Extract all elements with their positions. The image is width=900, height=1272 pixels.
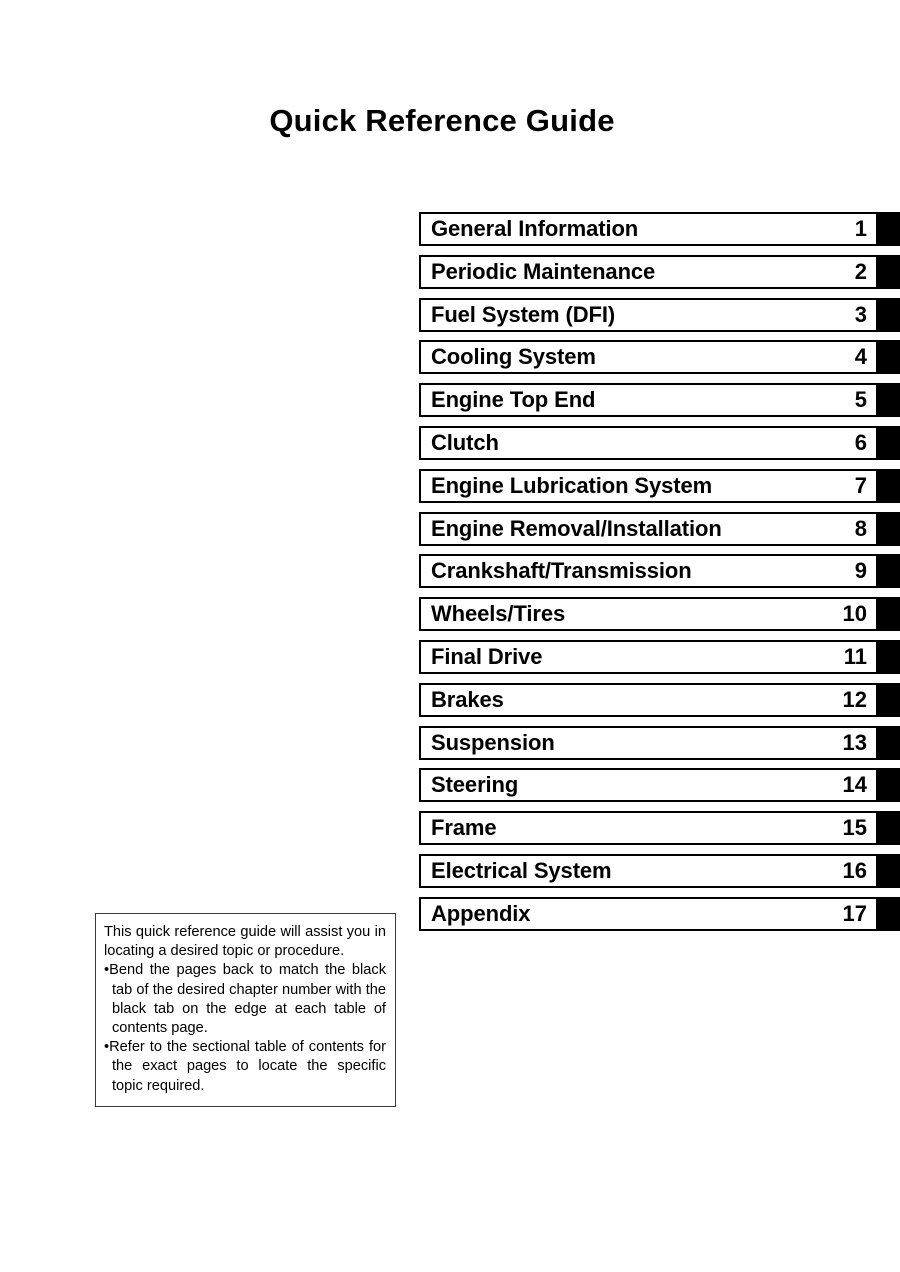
chapter-box[interactable]: Clutch 6 <box>419 425 878 460</box>
chapter-number: 14 <box>842 772 867 798</box>
chapter-number: 17 <box>842 900 867 926</box>
chapter-label: Frame <box>431 815 497 841</box>
note-bullet-item: •Bend the pages back to match the black … <box>104 961 386 1038</box>
chapter-black-tab <box>878 639 900 674</box>
chapter-box[interactable]: Final Drive 11 <box>419 639 878 674</box>
chapter-box[interactable]: Appendix 17 <box>419 896 878 931</box>
chapter-label: Periodic Maintenance <box>431 258 656 284</box>
chapter-box[interactable]: Engine Removal/Installation 8 <box>419 511 878 546</box>
chapter-box[interactable]: General Information 1 <box>419 212 878 246</box>
chapter-label: Appendix <box>431 900 531 926</box>
chapter-row[interactable]: Engine Removal/Installation 8 <box>419 511 900 546</box>
chapter-box[interactable]: Brakes 12 <box>419 682 878 717</box>
chapter-label: Suspension <box>431 729 555 755</box>
chapter-row[interactable]: Wheels/Tires 10 <box>419 597 900 632</box>
note-bullet-item: •Refer to the sectional table of content… <box>104 1038 386 1096</box>
chapter-box[interactable]: Fuel System (DFI) 3 <box>419 297 878 332</box>
chapter-box[interactable]: Electrical System 16 <box>419 853 878 888</box>
chapter-number: 5 <box>854 387 867 413</box>
chapter-label: Clutch <box>431 429 499 455</box>
chapter-black-tab <box>878 425 900 460</box>
chapter-row[interactable]: Steering 14 <box>419 768 900 803</box>
note-bullet-text: Bend the pages back to match the black t… <box>109 962 386 1037</box>
chapter-number: 3 <box>854 301 867 327</box>
chapter-number: 2 <box>854 258 867 284</box>
chapter-number: 12 <box>842 686 867 712</box>
chapter-box[interactable]: Frame 15 <box>419 811 878 846</box>
chapter-number: 10 <box>842 601 867 627</box>
chapter-row[interactable]: Cooling System 4 <box>419 340 900 375</box>
chapter-black-tab <box>878 853 900 888</box>
chapter-row[interactable]: Electrical System 16 <box>419 853 900 888</box>
chapter-row[interactable]: Engine Lubrication System 7 <box>419 468 900 503</box>
chapter-black-tab <box>878 811 900 846</box>
chapter-row[interactable]: Engine Top End 5 <box>419 383 900 418</box>
chapter-number: 7 <box>854 472 867 498</box>
chapter-row[interactable]: Frame 15 <box>419 811 900 846</box>
chapter-label: Engine Top End <box>431 387 596 413</box>
chapter-row[interactable]: Suspension 13 <box>419 725 900 760</box>
chapter-label: Steering <box>431 772 519 798</box>
chapter-label: Wheels/Tires <box>431 601 566 627</box>
chapter-box[interactable]: Steering 14 <box>419 768 878 803</box>
chapter-row[interactable]: Crankshaft/Transmission 9 <box>419 554 900 589</box>
chapter-black-tab <box>878 340 900 375</box>
chapter-black-tab <box>878 254 900 289</box>
chapter-box[interactable]: Engine Lubrication System 7 <box>419 468 878 503</box>
chapter-row[interactable]: Brakes 12 <box>419 682 900 717</box>
chapter-row[interactable]: Appendix 17 <box>419 896 900 931</box>
chapter-number: 1 <box>854 216 867 241</box>
chapter-box[interactable]: Engine Top End 5 <box>419 383 878 418</box>
chapter-number: 16 <box>842 857 867 883</box>
chapter-black-tab <box>878 212 900 246</box>
chapter-row[interactable]: General Information 1 <box>419 212 900 246</box>
chapter-box[interactable]: Crankshaft/Transmission 9 <box>419 554 878 589</box>
chapter-label: Brakes <box>431 686 504 712</box>
chapter-row[interactable]: Clutch 6 <box>419 425 900 460</box>
chapter-black-tab <box>878 682 900 717</box>
chapter-black-tab <box>878 896 900 931</box>
page-title: Quick Reference Guide <box>0 102 900 140</box>
chapter-black-tab <box>878 554 900 589</box>
chapter-label: Engine Removal/Installation <box>431 515 722 541</box>
chapter-black-tab <box>878 511 900 546</box>
chapter-label: Final Drive <box>431 643 543 669</box>
chapter-index-list: General Information 1 Periodic Maintenan… <box>419 212 900 940</box>
chapter-label: Fuel System (DFI) <box>431 301 616 327</box>
chapter-number: 13 <box>842 729 867 755</box>
chapter-number: 6 <box>854 429 867 455</box>
chapter-label: Crankshaft/Transmission <box>431 558 692 584</box>
chapter-label: Electrical System <box>431 857 612 883</box>
chapter-box[interactable]: Wheels/Tires 10 <box>419 597 878 632</box>
chapter-box[interactable]: Periodic Maintenance 2 <box>419 254 878 289</box>
chapter-box[interactable]: Suspension 13 <box>419 725 878 760</box>
chapter-black-tab <box>878 768 900 803</box>
chapter-number: 15 <box>842 815 867 841</box>
chapter-label: Cooling System <box>431 344 596 370</box>
chapter-number: 4 <box>854 344 867 370</box>
chapter-row[interactable]: Final Drive 11 <box>419 639 900 674</box>
chapter-black-tab <box>878 468 900 503</box>
chapter-black-tab <box>878 597 900 632</box>
chapter-black-tab <box>878 383 900 418</box>
note-bullet-text: Refer to the sectional table of contents… <box>109 1039 386 1094</box>
chapter-label: General Information <box>431 216 639 241</box>
chapter-box[interactable]: Cooling System 4 <box>419 340 878 375</box>
chapter-number: 9 <box>854 558 867 584</box>
chapter-number: 11 <box>843 643 867 669</box>
chapter-row[interactable]: Periodic Maintenance 2 <box>419 254 900 289</box>
chapter-label: Engine Lubrication System <box>431 472 713 498</box>
chapter-number: 8 <box>854 515 867 541</box>
note-intro-text: This quick reference guide will assist y… <box>104 924 386 960</box>
chapter-black-tab <box>878 297 900 332</box>
chapter-row[interactable]: Fuel System (DFI) 3 <box>419 297 900 332</box>
usage-note-box: This quick reference guide will assist y… <box>95 913 396 1107</box>
chapter-black-tab <box>878 725 900 760</box>
page-title-text: Quick Reference Guide <box>269 103 615 138</box>
